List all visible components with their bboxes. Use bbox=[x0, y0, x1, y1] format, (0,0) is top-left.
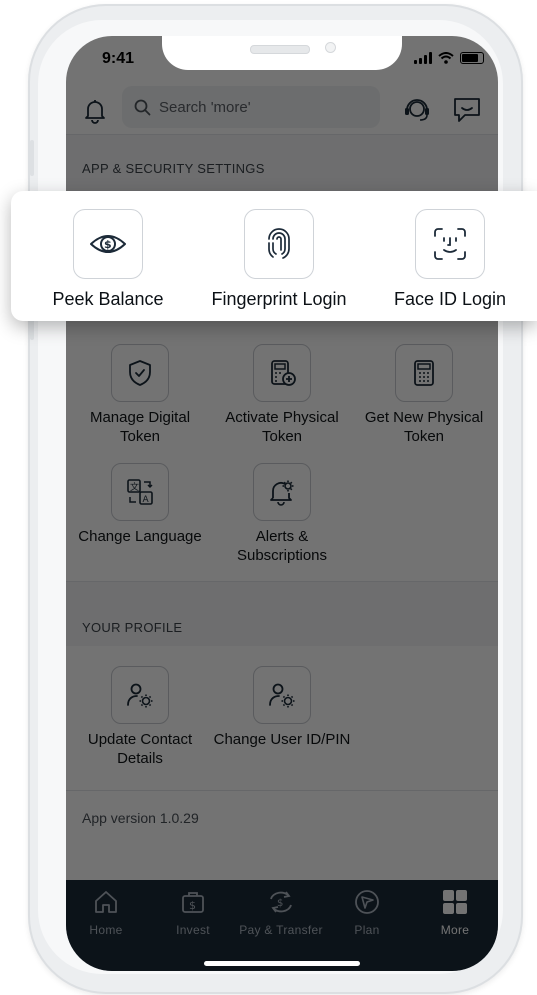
tab-label: Pay & Transfer bbox=[239, 923, 323, 937]
tab-more[interactable]: More bbox=[412, 888, 498, 937]
tile-label: Change Language bbox=[78, 528, 202, 545]
section-your-profile-label: YOUR PROFILE bbox=[82, 620, 183, 635]
compass-icon bbox=[355, 890, 379, 914]
user-gear-icon bbox=[111, 666, 169, 724]
svg-text:$: $ bbox=[277, 898, 283, 909]
tile-manage-digital-token[interactable]: Manage Digital Token bbox=[70, 344, 210, 446]
wifi-icon bbox=[438, 52, 454, 64]
tile-label: Get New Physical Token bbox=[364, 409, 484, 445]
tile-alerts-subscriptions[interactable]: Alerts & Subscriptions bbox=[212, 463, 352, 565]
invest-bag-icon: $ bbox=[182, 892, 204, 913]
status-time: 9:41 bbox=[102, 50, 135, 67]
svg-text:$: $ bbox=[189, 899, 196, 912]
eye-dollar-icon: $ bbox=[73, 209, 143, 279]
app-screen: 9:41 Search 'more' APP & SECURITY SETTIN… bbox=[66, 36, 498, 971]
tab-label: Plan bbox=[354, 923, 380, 937]
tile-activate-physical-token[interactable]: Activate Physical Token bbox=[212, 344, 352, 446]
tab-label: More bbox=[440, 923, 470, 937]
search-placeholder: Search 'more' bbox=[159, 98, 251, 116]
signal-icon bbox=[414, 52, 432, 64]
section-your-profile: YOUR PROFILE bbox=[66, 582, 498, 646]
svg-text:$: $ bbox=[104, 238, 112, 251]
tile-label: Activate Physical Token bbox=[225, 409, 339, 445]
profile-divider bbox=[66, 790, 498, 791]
speaker bbox=[250, 45, 310, 54]
battery-icon bbox=[460, 52, 484, 64]
notch bbox=[162, 36, 402, 70]
calculator-token-icon bbox=[395, 344, 453, 402]
app-version: App version 1.0.29 bbox=[82, 810, 199, 826]
search-input[interactable]: Search 'more' bbox=[122, 86, 380, 128]
chat-icon[interactable] bbox=[452, 96, 482, 124]
support-agent-icon[interactable] bbox=[402, 96, 432, 124]
tile-get-new-physical-token[interactable]: Get New Physical Token bbox=[354, 344, 494, 446]
tile-label: Face ID Login bbox=[393, 289, 507, 309]
section-app-security-label: APP & SECURITY SETTINGS bbox=[82, 161, 265, 176]
tile-label: Fingerprint Login bbox=[211, 289, 347, 309]
tab-label: Invest bbox=[176, 923, 210, 937]
tab-label: Home bbox=[89, 923, 123, 937]
tile-fingerprint-login[interactable]: Fingerprint Login bbox=[194, 209, 364, 310]
fingerprint-icon bbox=[244, 209, 314, 279]
language-icon: 文A bbox=[111, 463, 169, 521]
tile-face-id-login[interactable]: Face ID Login bbox=[365, 209, 535, 310]
tile-change-language[interactable]: 文A Change Language bbox=[70, 463, 210, 546]
header: Search 'more' bbox=[66, 86, 498, 134]
highlight-card: $ Peek Balance Fingerprint Login Face ID… bbox=[11, 191, 537, 321]
tile-peek-balance[interactable]: $ Peek Balance bbox=[23, 209, 193, 310]
status-icons bbox=[414, 52, 484, 64]
token-add-icon bbox=[253, 344, 311, 402]
tab-invest[interactable]: $ Invest bbox=[150, 888, 236, 937]
tab-pay-transfer[interactable]: $ Pay & Transfer bbox=[238, 888, 324, 937]
face-id-icon bbox=[415, 209, 485, 279]
tile-label: Change User ID/PIN bbox=[213, 731, 351, 748]
svg-text:文: 文 bbox=[130, 481, 139, 493]
tab-plan[interactable]: Plan bbox=[324, 888, 410, 937]
grid-icon bbox=[443, 890, 467, 914]
bottom-tab-bar: Home $ Invest $ Pay & Transfer Plan More bbox=[66, 880, 498, 971]
tile-label: Peek Balance bbox=[52, 289, 164, 309]
tile-change-user-id-pin[interactable]: Change User ID/PIN bbox=[212, 666, 352, 749]
home-icon bbox=[95, 891, 117, 913]
search-icon bbox=[134, 99, 151, 115]
user-gear-icon bbox=[253, 666, 311, 724]
tile-label: Alerts & Subscriptions bbox=[236, 528, 328, 564]
bell-icon[interactable] bbox=[84, 98, 106, 124]
section-app-security: APP & SECURITY SETTINGS bbox=[66, 135, 498, 193]
home-indicator bbox=[204, 961, 360, 966]
tile-update-contact-details[interactable]: Update Contact Details bbox=[70, 666, 210, 768]
front-camera bbox=[325, 42, 336, 53]
bell-gear-icon bbox=[253, 463, 311, 521]
tile-label: Manage Digital Token bbox=[89, 409, 191, 445]
pay-transfer-icon: $ bbox=[270, 891, 292, 913]
shield-check-icon bbox=[111, 344, 169, 402]
tab-home[interactable]: Home bbox=[66, 888, 149, 937]
svg-text:A: A bbox=[143, 495, 150, 505]
tile-label: Update Contact Details bbox=[87, 731, 193, 767]
mute-switch bbox=[30, 140, 34, 176]
